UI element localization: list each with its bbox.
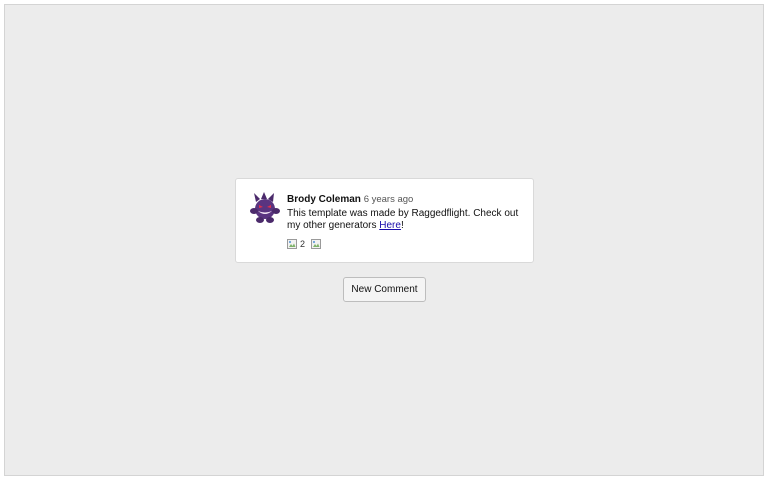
page-frame: Brody Coleman 6 years ago This template … (4, 4, 764, 476)
comment-meta: Brody Coleman 6 years ago (287, 193, 519, 206)
comment-card: Brody Coleman 6 years ago This template … (235, 178, 534, 263)
comment-text: This template was made by Raggedflight. … (287, 208, 519, 232)
like-icon[interactable] (287, 239, 297, 249)
comment-actions: 2 (287, 238, 519, 250)
comment-content: Brody Coleman 6 years ago This template … (287, 193, 519, 250)
generators-link[interactable]: Here (379, 220, 401, 231)
comment-timestamp: 6 years ago (363, 194, 414, 205)
new-comment-button[interactable]: New Comment (343, 277, 426, 302)
reply-icon[interactable] (311, 239, 322, 249)
comment-text-end: ! (400, 220, 404, 231)
comment-author[interactable]: Brody Coleman (287, 194, 361, 205)
like-count: 2 (300, 239, 306, 249)
avatar (250, 192, 280, 223)
